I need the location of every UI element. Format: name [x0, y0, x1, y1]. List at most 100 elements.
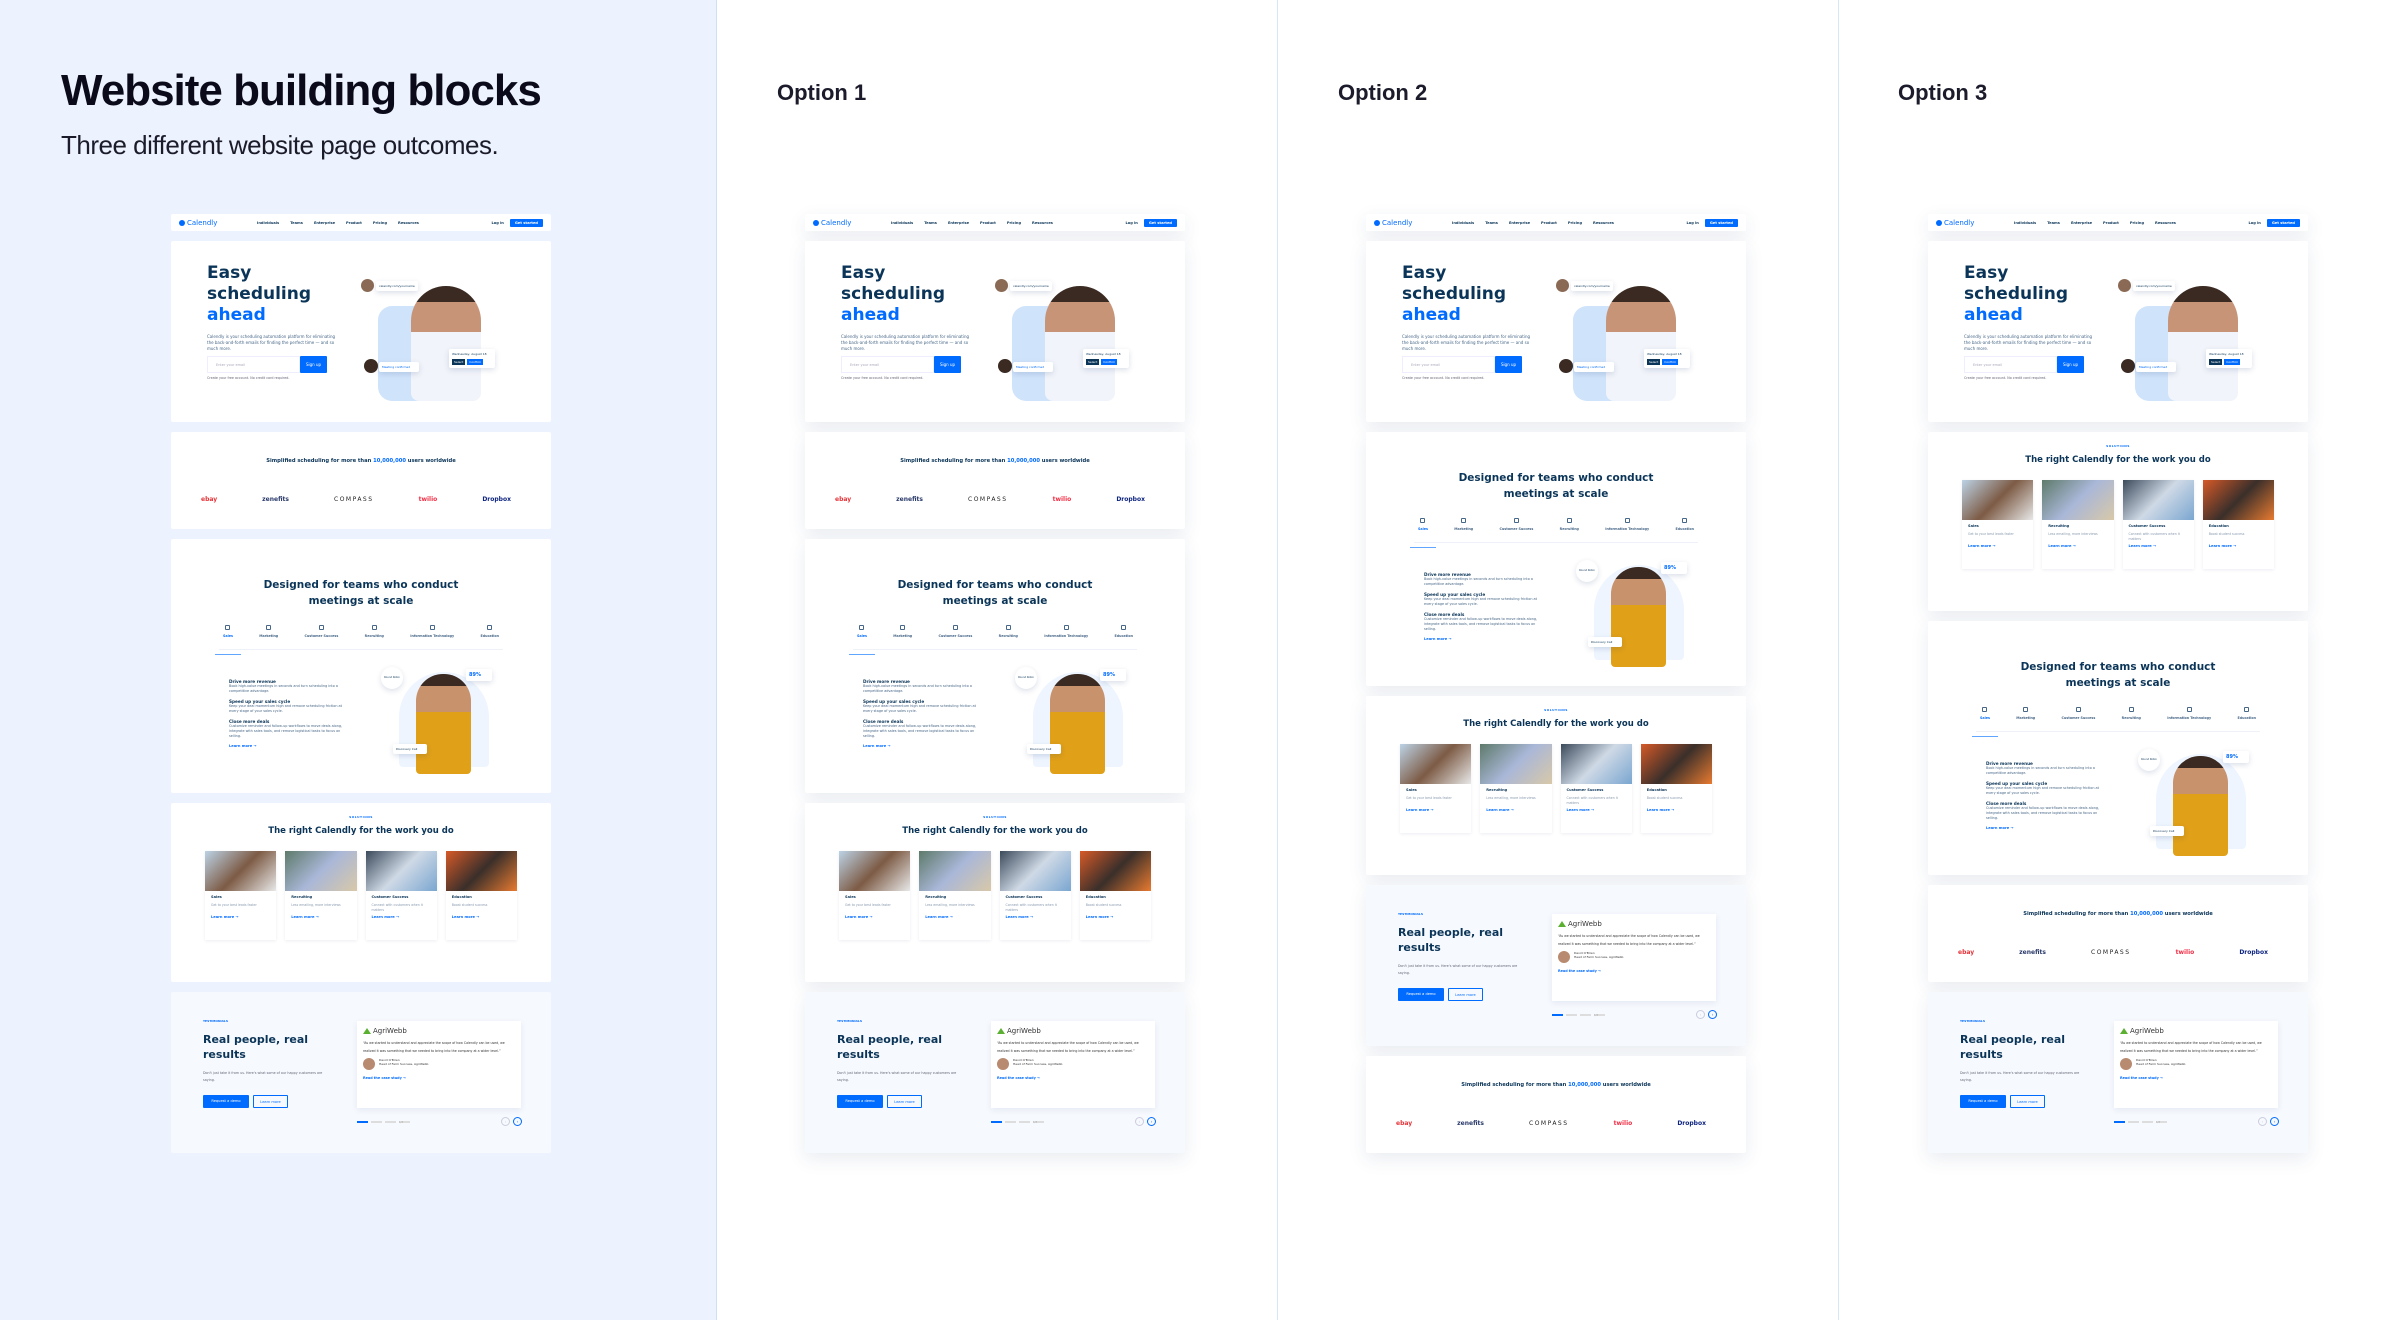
nav-link[interactable]: Teams [2047, 221, 2060, 225]
learn-more-link[interactable]: Learn more → [2209, 544, 2268, 548]
tab-education[interactable]: Education [2234, 707, 2260, 731]
pager-dot[interactable] [2128, 1121, 2139, 1123]
get-started-button[interactable]: Get started [1143, 218, 1177, 227]
nav-link[interactable]: Pricing [373, 221, 387, 225]
nav-link[interactable]: Resources [1032, 221, 1053, 225]
solution-card[interactable]: Sales Get to your best leads faster Learn … [1962, 480, 2034, 569]
nav-link[interactable]: Resources [1593, 221, 1614, 225]
learn-more-link[interactable]: Learn more → [863, 744, 983, 748]
learn-more-link[interactable]: Learn more → [1406, 808, 1465, 812]
nav-link[interactable]: Product [2103, 221, 2119, 225]
login-link[interactable]: Log in [491, 221, 503, 225]
tab-recruiting[interactable]: Recruiting [2118, 707, 2145, 731]
tab-recruiting[interactable]: Recruiting [995, 625, 1022, 649]
solution-card[interactable]: Customer Success Connect with customers w… [999, 851, 1071, 940]
solution-card[interactable]: Sales Get to your best leads faster Learn … [839, 851, 911, 940]
learn-more-link[interactable]: Learn more → [372, 915, 431, 919]
tab-education[interactable]: Education [1672, 518, 1698, 542]
learn-more-link[interactable]: Learn more → [1567, 808, 1626, 812]
pager-dot[interactable] [2114, 1121, 2125, 1123]
nav-link[interactable]: Enterprise [1509, 221, 1530, 225]
solution-card[interactable]: Recruiting Less emailing, more interviews… [919, 851, 991, 940]
nav-link[interactable]: Product [1541, 221, 1557, 225]
signup-button[interactable]: Sign up [300, 356, 327, 373]
solution-card[interactable]: Customer Success Connect with customers w… [365, 851, 437, 940]
request-demo-button[interactable]: Request a demo [1960, 1095, 2006, 1108]
tab-sales[interactable]: Sales [215, 625, 241, 655]
learn-more-link[interactable]: Learn more → [1086, 915, 1145, 919]
solution-card[interactable]: Education Boost student success Learn more… [1079, 851, 1151, 940]
next-arrow-icon[interactable]: › [513, 1117, 522, 1126]
learn-more-link[interactable]: Learn more → [211, 915, 270, 919]
request-demo-button[interactable]: Request a demo [203, 1095, 249, 1108]
pager-dot[interactable] [1580, 1014, 1591, 1016]
pager-dot[interactable] [2142, 1121, 2153, 1123]
calendly-logo[interactable]: Calendly [1936, 219, 2014, 227]
learn-more-link[interactable]: Learn more → [1968, 544, 2027, 548]
nav-link[interactable]: Teams [290, 221, 303, 225]
prev-arrow-icon[interactable]: ‹ [2258, 1117, 2267, 1126]
prev-arrow-icon[interactable]: ‹ [501, 1117, 510, 1126]
tab-customer-success[interactable]: Customer Success [1496, 518, 1538, 542]
tab-marketing[interactable]: Marketing [1450, 518, 1477, 542]
learn-more-button[interactable]: Learn more [887, 1095, 922, 1108]
email-input[interactable]: Enter your email [207, 356, 300, 373]
nav-link[interactable]: Enterprise [314, 221, 335, 225]
calendly-logo[interactable]: Calendly [1374, 219, 1452, 227]
tab-information-technology[interactable]: Information Technology [406, 625, 458, 649]
nav-link[interactable]: Teams [1485, 221, 1498, 225]
learn-more-link[interactable]: Learn more → [2048, 544, 2107, 548]
nav-link[interactable]: Resources [398, 221, 419, 225]
solution-card[interactable]: Recruiting Less emailing, more interviews… [2042, 480, 2114, 569]
pager-dot[interactable] [1019, 1121, 1030, 1123]
calendly-logo[interactable]: Calendly [179, 219, 257, 227]
case-study-link[interactable]: Read the case study → [1558, 969, 1710, 973]
case-study-link[interactable]: Read the case study → [997, 1076, 1149, 1080]
solution-card[interactable]: Recruiting Less emailing, more interviews… [1480, 744, 1552, 833]
pager-dot[interactable] [1005, 1121, 1016, 1123]
request-demo-button[interactable]: Request a demo [1398, 988, 1444, 1001]
tab-information-technology[interactable]: Information Technology [2163, 707, 2215, 731]
case-study-link[interactable]: Read the case study → [2120, 1076, 2272, 1080]
learn-more-button[interactable]: Learn more [253, 1095, 288, 1108]
solution-card[interactable]: Education Boost student success Learn more… [1640, 744, 1712, 833]
learn-more-link[interactable]: Learn more → [1647, 808, 1706, 812]
prev-arrow-icon[interactable]: ‹ [1135, 1117, 1144, 1126]
tab-education[interactable]: Education [1111, 625, 1137, 649]
nav-link[interactable]: Teams [924, 221, 937, 225]
learn-more-link[interactable]: Learn more → [291, 915, 350, 919]
solution-card[interactable]: Sales Get to your best leads faster Learn … [1400, 744, 1472, 833]
request-demo-button[interactable]: Request a demo [837, 1095, 883, 1108]
solution-card[interactable]: Sales Get to your best leads faster Learn … [205, 851, 277, 940]
learn-more-link[interactable]: Learn more → [1486, 808, 1545, 812]
login-link[interactable]: Log in [2248, 221, 2260, 225]
pager-dot[interactable] [371, 1121, 382, 1123]
next-arrow-icon[interactable]: › [1708, 1010, 1717, 1019]
tab-customer-success[interactable]: Customer Success [935, 625, 977, 649]
tab-marketing[interactable]: Marketing [2012, 707, 2039, 731]
signup-button[interactable]: Sign up [1495, 356, 1522, 373]
next-arrow-icon[interactable]: › [1147, 1117, 1156, 1126]
tab-information-technology[interactable]: Information Technology [1040, 625, 1092, 649]
learn-more-link[interactable]: Learn more → [229, 744, 349, 748]
pager-dot[interactable] [357, 1121, 368, 1123]
learn-more-link[interactable]: Learn more → [452, 915, 511, 919]
pager-dot[interactable] [991, 1121, 1002, 1123]
email-input[interactable]: Enter your email [841, 356, 934, 373]
tab-recruiting[interactable]: Recruiting [1556, 518, 1583, 542]
solution-card[interactable]: Education Boost student success Learn more… [2202, 480, 2274, 569]
tab-sales[interactable]: Sales [849, 625, 875, 655]
nav-link[interactable]: Enterprise [2071, 221, 2092, 225]
calendly-logo[interactable]: Calendly [813, 219, 891, 227]
nav-link[interactable]: Enterprise [948, 221, 969, 225]
tab-customer-success[interactable]: Customer Success [2058, 707, 2100, 731]
learn-more-button[interactable]: Learn more [1448, 988, 1483, 1001]
tab-education[interactable]: Education [477, 625, 503, 649]
solution-card[interactable]: Recruiting Less emailing, more interviews… [285, 851, 357, 940]
learn-more-link[interactable]: Learn more → [1424, 637, 1544, 641]
email-input[interactable]: Enter your email [1964, 356, 2057, 373]
signup-button[interactable]: Sign up [2057, 356, 2084, 373]
signup-button[interactable]: Sign up [934, 356, 961, 373]
tab-customer-success[interactable]: Customer Success [301, 625, 343, 649]
nav-link[interactable]: Individuals [257, 221, 279, 225]
